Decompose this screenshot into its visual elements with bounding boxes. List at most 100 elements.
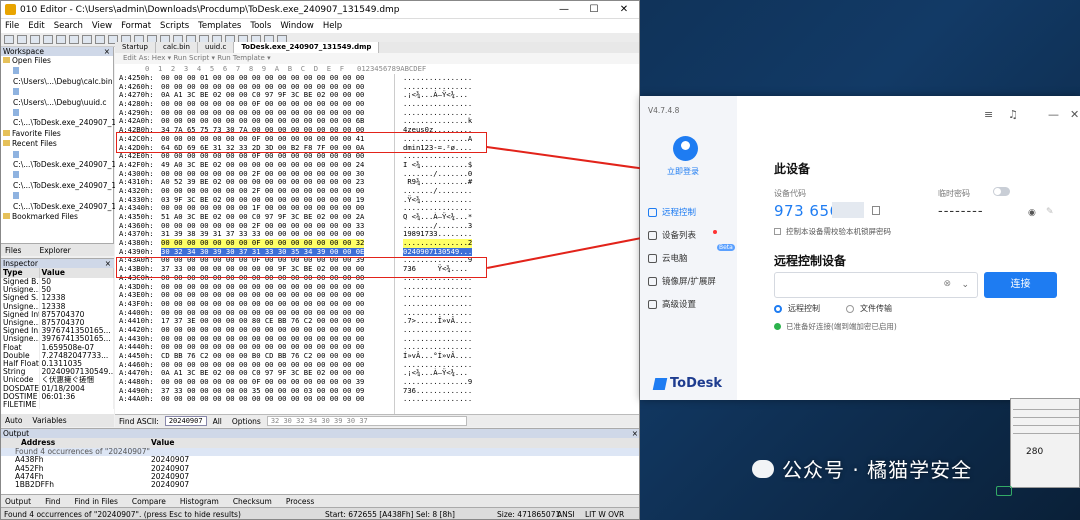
- find-hex-field: 32 30 32 34 30 39 30 37: [266, 416, 467, 426]
- tab-compare[interactable]: Compare: [132, 497, 166, 506]
- edit-icon[interactable]: ✎: [1046, 207, 1054, 217]
- bell-icon[interactable]: ♫: [1008, 108, 1018, 121]
- tree-file[interactable]: C:\...\ToDesk.exe_240907_13: [3, 170, 121, 191]
- tree-bookmarked-files[interactable]: Bookmarked Files: [3, 212, 113, 222]
- hex-row[interactable]: A:44A0h: 00 00 00 00 00 00 00 00 00 00 00…: [119, 395, 635, 404]
- tab-output[interactable]: Output: [5, 497, 31, 506]
- copy-icon[interactable]: [872, 206, 880, 215]
- sidebar-item-remote-control[interactable]: 远程控制: [648, 206, 696, 218]
- close-icon[interactable]: ✕: [1070, 108, 1079, 121]
- close-icon[interactable]: ×: [105, 259, 114, 268]
- close-button[interactable]: ✕: [609, 4, 639, 15]
- eye-icon[interactable]: ◉: [1028, 208, 1036, 218]
- save-icon[interactable]: [30, 35, 40, 44]
- paste-icon[interactable]: [95, 35, 105, 44]
- inspector-row[interactable]: Unicode く伏惠擁ぐ搓悃: [1, 376, 114, 385]
- output-row[interactable]: A438Fh 20240907: [1, 455, 639, 464]
- inspector-row[interactable]: FILETIME: [1, 401, 114, 410]
- menu-format[interactable]: Format: [121, 21, 151, 31]
- edit-as-toolbar[interactable]: Edit As: Hex ▾ Run Script ▾ Run Template…: [115, 53, 639, 64]
- cut-icon[interactable]: [69, 35, 79, 44]
- find-all-button[interactable]: All: [213, 417, 222, 426]
- copy-icon[interactable]: [82, 35, 92, 44]
- output-row[interactable]: 1BB2DFFh 20240907: [1, 480, 639, 489]
- sidebar-item-mirror-screen[interactable]: 镜像屏/扩展屏: [648, 275, 716, 287]
- save-all-icon[interactable]: [43, 35, 53, 44]
- tab-auto[interactable]: Auto: [5, 416, 22, 425]
- menu-window[interactable]: Window: [280, 21, 314, 31]
- tab-files[interactable]: Files: [5, 246, 21, 255]
- inspector-row[interactable]: Double 7.27482047733...: [1, 351, 114, 361]
- menu-file[interactable]: File: [5, 21, 19, 31]
- radio-file-transfer[interactable]: 文件传输: [846, 303, 892, 314]
- tab-variables[interactable]: Variables: [32, 416, 66, 425]
- inspector-row[interactable]: Unsigne... 50: [1, 286, 114, 295]
- tab-find-in-files[interactable]: Find in Files: [74, 497, 117, 506]
- output-row[interactable]: A474Fh 20240907: [1, 472, 639, 481]
- tab-histogram[interactable]: Histogram: [180, 497, 219, 506]
- inspector-row[interactable]: Unsigne... 3976741350165...: [1, 335, 114, 344]
- open-icon[interactable]: [17, 35, 27, 44]
- inspector-row[interactable]: Half Float 0.1311035: [1, 360, 114, 369]
- minimize-icon[interactable]: —: [1048, 108, 1059, 121]
- tab-calc-bin[interactable]: calc.bin: [156, 42, 198, 53]
- tree-recent-files[interactable]: Recent Files: [3, 139, 113, 149]
- find-input[interactable]: 20240907: [164, 416, 207, 426]
- tab-todesk-dmp[interactable]: ToDesk.exe_240907_131549.dmp: [234, 42, 380, 53]
- sidebar-item-cloud-pc[interactable]: 云电脑: [648, 252, 688, 264]
- menu-templates[interactable]: Templates: [198, 21, 241, 31]
- tab-startup[interactable]: Startup: [115, 42, 156, 53]
- tab-explorer[interactable]: Explorer: [39, 246, 70, 255]
- radio-remote-control[interactable]: 远程控制: [774, 303, 820, 314]
- inspector-row[interactable]: Signed Int 875704370: [1, 310, 114, 320]
- connect-button[interactable]: 连接: [984, 272, 1057, 298]
- chevron-down-icon[interactable]: ⌄: [961, 280, 969, 290]
- menu-scripts[interactable]: Scripts: [160, 21, 189, 31]
- tab-checksum[interactable]: Checksum: [233, 497, 272, 506]
- tree-file[interactable]: C:\...\ToDesk.exe_240907_12: [3, 150, 121, 171]
- menu-edit[interactable]: Edit: [28, 21, 44, 31]
- inspector-row[interactable]: String 20240907130549...: [1, 368, 114, 377]
- sidebar-item-device-list[interactable]: 设备列表: [648, 229, 696, 241]
- menu-tools[interactable]: Tools: [250, 21, 271, 31]
- inspector-row[interactable]: Signed S...12338: [1, 294, 114, 303]
- close-icon[interactable]: ×: [104, 47, 113, 56]
- inspector-row[interactable]: Signed In...3976741350165...: [1, 327, 114, 336]
- inspector-row[interactable]: Signed B...50: [1, 278, 114, 287]
- tab-uuid-c[interactable]: uuid.c: [198, 42, 235, 53]
- tree-file[interactable]: C:\...\ToDesk.exe_240907_11: [3, 191, 121, 212]
- close-icon[interactable]: ×: [632, 429, 639, 438]
- tab-process[interactable]: Process: [286, 497, 314, 506]
- new-icon[interactable]: [4, 35, 14, 44]
- clear-icon[interactable]: ⊗: [943, 279, 951, 289]
- inspector-row[interactable]: DOSTIME 06:01:36: [1, 392, 114, 402]
- menu-view[interactable]: View: [92, 21, 112, 31]
- maximize-button[interactable]: ☐: [579, 4, 609, 15]
- lock-screen-checkbox[interactable]: 控制本设备需校验本机锁屏密码: [774, 226, 891, 237]
- inspector-row[interactable]: Float 1.659508e-07: [1, 343, 114, 352]
- login-link[interactable]: 立即登录: [667, 166, 699, 177]
- tree-favorite-files[interactable]: Favorite Files: [3, 129, 113, 139]
- inspector-row[interactable]: Unsigne... 875704370: [1, 319, 114, 328]
- sidebar-item-advanced-settings[interactable]: 高级设置: [648, 298, 696, 310]
- avatar-icon[interactable]: [673, 136, 698, 161]
- tree-open-files[interactable]: Open Files: [3, 56, 113, 66]
- output-row[interactable]: Found 4 occurrences of "20240907": [1, 447, 639, 457]
- tree-file[interactable]: C:\...\ToDesk.exe_240907_13: [3, 108, 121, 129]
- menu-icon[interactable]: ≡: [984, 108, 993, 121]
- tree-file[interactable]: C:\Users\...\Debug\uuid.c: [3, 87, 113, 108]
- find-options-button[interactable]: Options: [232, 417, 261, 426]
- menu-search[interactable]: Search: [54, 21, 83, 31]
- hex-rows[interactable]: A:4250h: 00 00 00 01 00 00 00 00 00 00 00…: [119, 73, 635, 404]
- password-toggle[interactable]: [993, 187, 1010, 196]
- print-icon[interactable]: [56, 35, 66, 44]
- minimize-button[interactable]: —: [549, 4, 579, 15]
- inspector-row[interactable]: Unsigne... 12338: [1, 302, 114, 311]
- tree-file[interactable]: C:\Users\...\Debug\calc.bin: [3, 66, 113, 87]
- partner-code-input[interactable]: ⊗ ⌄: [774, 272, 978, 298]
- tray-icon[interactable]: [996, 486, 1012, 496]
- inspector-row[interactable]: DOSDATE 01/18/2004: [1, 384, 114, 393]
- menu-help[interactable]: Help: [323, 21, 342, 31]
- tab-find[interactable]: Find: [45, 497, 60, 506]
- output-row[interactable]: A452Fh 20240907: [1, 464, 639, 473]
